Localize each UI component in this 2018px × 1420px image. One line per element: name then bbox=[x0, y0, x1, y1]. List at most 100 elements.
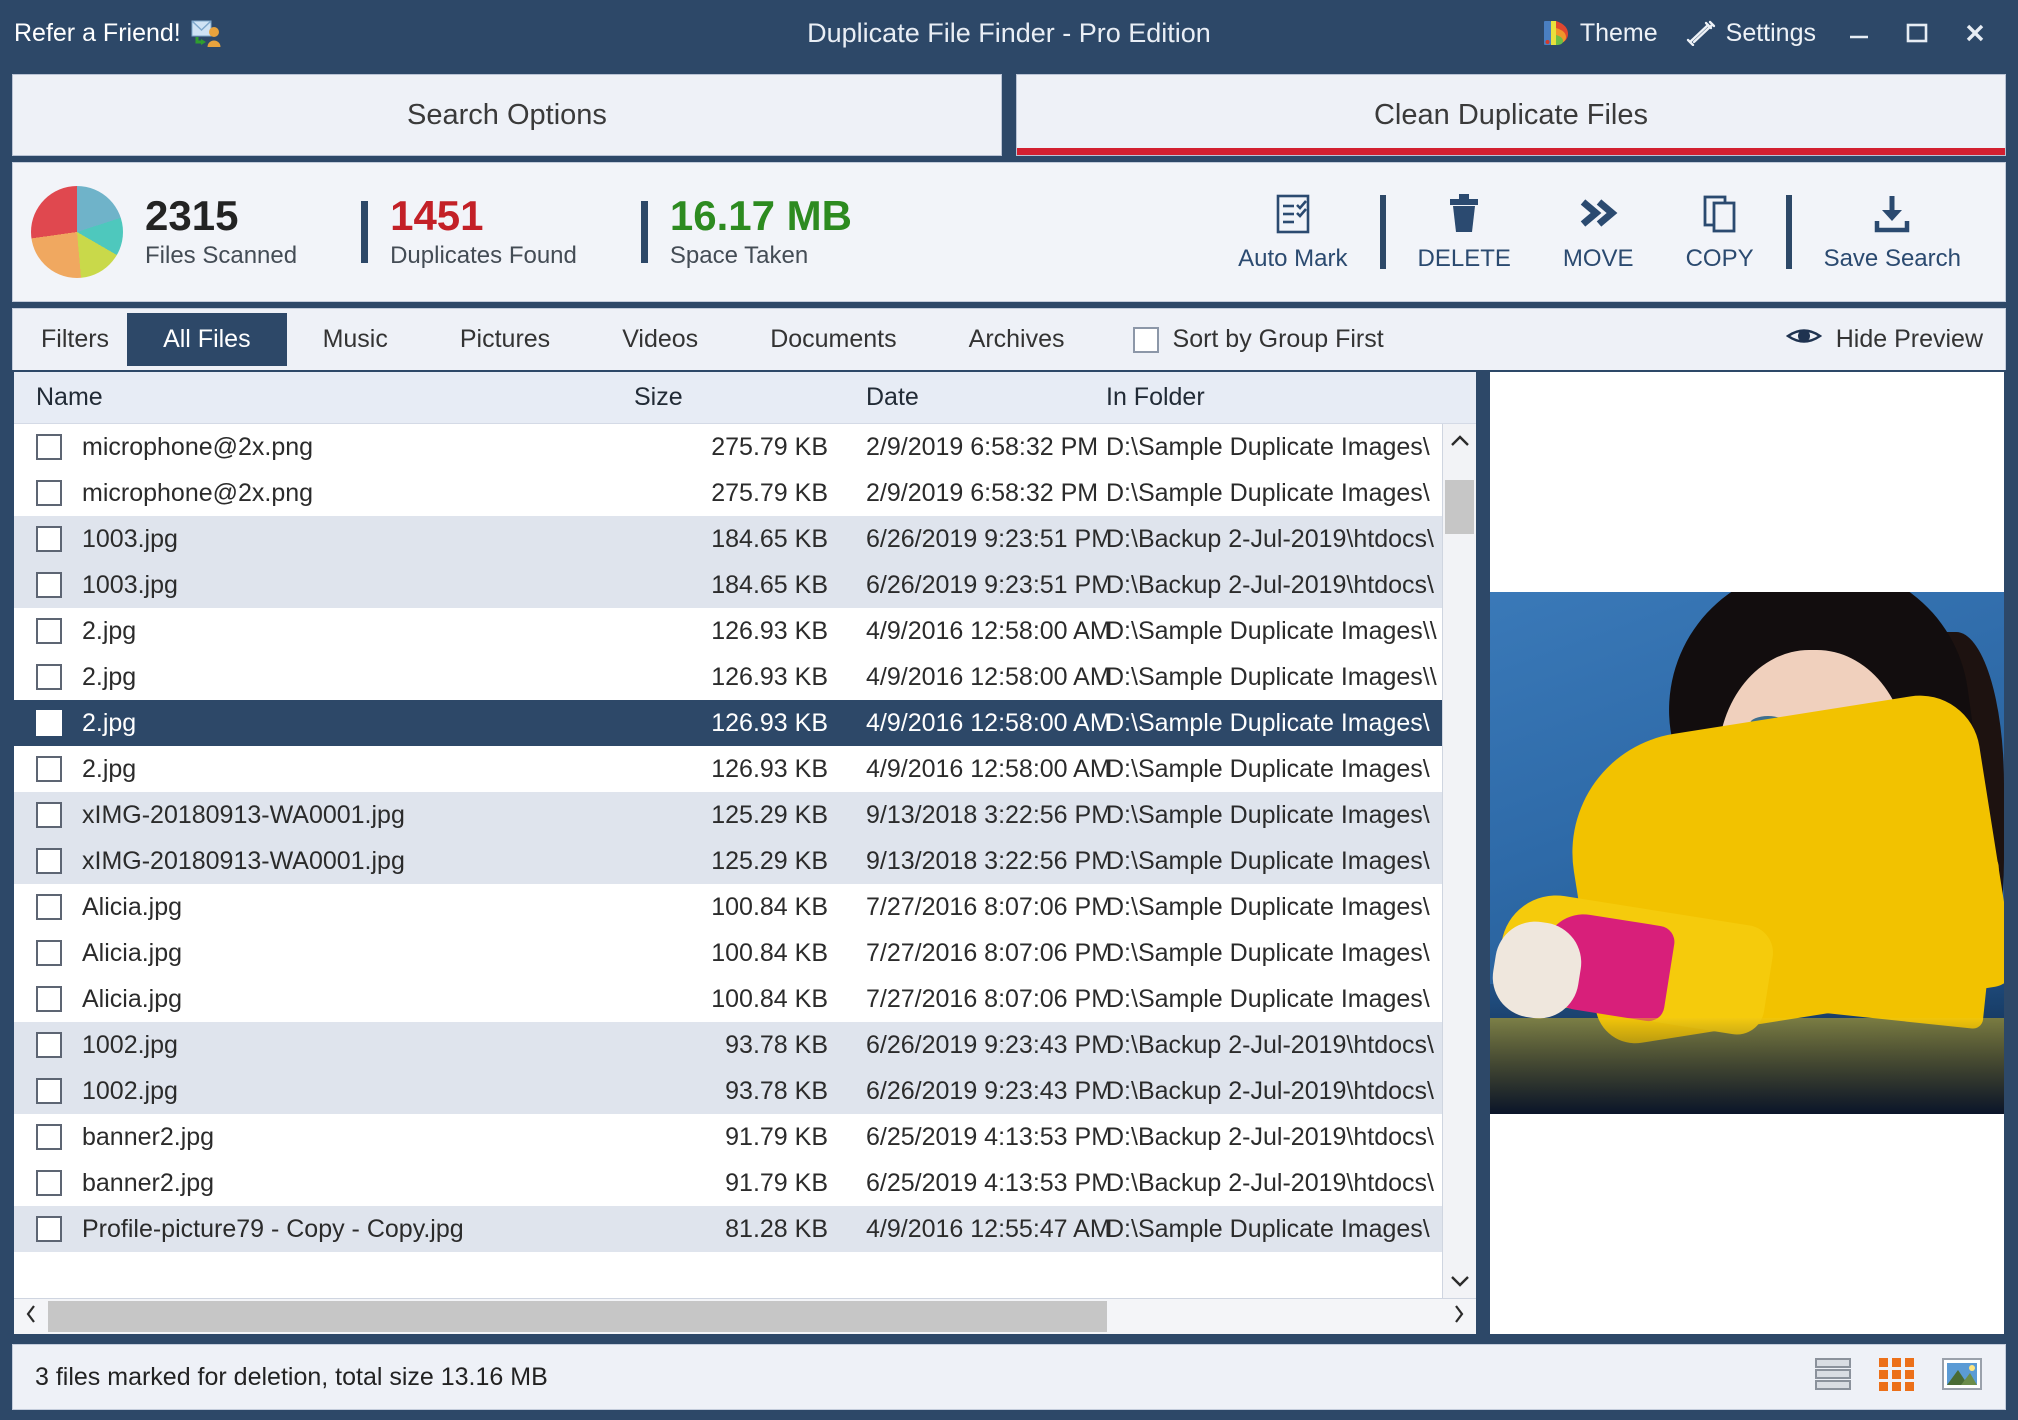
cell-name: 2.jpg bbox=[14, 663, 634, 692]
row-checkbox[interactable] bbox=[36, 480, 62, 506]
table-row[interactable]: 1002.jpg93.78 KB6/26/2019 9:23:43 PMD:\B… bbox=[14, 1022, 1442, 1068]
row-checkbox[interactable] bbox=[36, 894, 62, 920]
cell-name: 2.jpg bbox=[14, 617, 634, 646]
row-checkbox[interactable] bbox=[36, 940, 62, 966]
scroll-down-arrow[interactable] bbox=[1443, 1264, 1477, 1298]
horizontal-scroll-track[interactable] bbox=[48, 1299, 1442, 1334]
table-row[interactable]: Profile-picture79 - Copy - Copy.jpg81.28… bbox=[14, 1206, 1442, 1252]
file-name: 1002.jpg bbox=[82, 1031, 178, 1060]
horizontal-scrollbar[interactable] bbox=[14, 1298, 1476, 1334]
file-name: banner2.jpg bbox=[82, 1169, 214, 1198]
row-checkbox[interactable] bbox=[36, 664, 62, 690]
table-row[interactable]: microphone@2x.png275.79 KB2/9/2019 6:58:… bbox=[14, 470, 1442, 516]
filter-tab-all-files[interactable]: All Files bbox=[127, 313, 287, 366]
table-row[interactable]: Alicia.jpg100.84 KB7/27/2016 8:07:06 PMD… bbox=[14, 930, 1442, 976]
table-row[interactable]: xIMG-20180913-WA0001.jpg125.29 KB9/13/20… bbox=[14, 838, 1442, 884]
row-checkbox[interactable] bbox=[36, 1078, 62, 1104]
sort-by-group-first-checkbox[interactable]: Sort by Group First bbox=[1133, 309, 1384, 370]
table-row[interactable]: 2.jpg126.93 KB4/9/2016 12:58:00 AMD:\Sam… bbox=[14, 746, 1442, 792]
vertical-scroll-thumb[interactable] bbox=[1445, 480, 1474, 534]
row-checkbox[interactable] bbox=[36, 710, 62, 736]
table-row[interactable]: 2.jpg126.93 KB4/9/2016 12:58:00 AMD:\Sam… bbox=[14, 608, 1442, 654]
table-row[interactable]: banner2.jpg91.79 KB6/25/2019 4:13:53 PMD… bbox=[14, 1160, 1442, 1206]
filter-tab-videos[interactable]: Videos bbox=[586, 313, 734, 366]
sort-by-group-first-box[interactable] bbox=[1133, 327, 1159, 353]
close-button[interactable] bbox=[1946, 10, 2004, 56]
cell-size: 91.79 KB bbox=[634, 1123, 844, 1152]
row-checkbox[interactable] bbox=[36, 802, 62, 828]
refer-a-friend-button[interactable]: Refer a Friend! bbox=[14, 18, 221, 48]
filter-tab-documents[interactable]: Documents bbox=[734, 313, 932, 366]
tab-search-options[interactable]: Search Options bbox=[12, 74, 1002, 156]
scroll-left-arrow[interactable] bbox=[14, 1304, 48, 1330]
table-row[interactable]: 1003.jpg184.65 KB6/26/2019 9:23:51 PMD:\… bbox=[14, 516, 1442, 562]
cell-date: 9/13/2018 3:22:56 PM bbox=[844, 847, 1084, 876]
copy-label: COPY bbox=[1686, 245, 1754, 273]
minimize-button[interactable] bbox=[1830, 10, 1888, 56]
column-header-date[interactable]: Date bbox=[844, 383, 1084, 412]
cell-in-folder: D:\Sample Duplicate Images\ bbox=[1084, 939, 1442, 968]
table-row[interactable]: banner2.jpg91.79 KB6/25/2019 4:13:53 PMD… bbox=[14, 1114, 1442, 1160]
cell-in-folder: D:\Backup 2-Jul-2019\htdocs\ bbox=[1084, 525, 1442, 554]
hide-preview-button[interactable]: Hide Preview bbox=[1786, 309, 2005, 370]
scroll-right-arrow[interactable] bbox=[1442, 1304, 1476, 1330]
vertical-scroll-track[interactable] bbox=[1443, 458, 1476, 1264]
auto-mark-button[interactable]: Auto Mark bbox=[1212, 191, 1373, 273]
row-checkbox[interactable] bbox=[36, 1124, 62, 1150]
filter-tab-pictures[interactable]: Pictures bbox=[424, 313, 586, 366]
copy-button[interactable]: COPY bbox=[1660, 191, 1780, 273]
table-row[interactable]: Alicia.jpg100.84 KB7/27/2016 8:07:06 PMD… bbox=[14, 884, 1442, 930]
column-header-name[interactable]: Name bbox=[14, 383, 634, 412]
file-name: banner2.jpg bbox=[82, 1123, 214, 1152]
row-checkbox[interactable] bbox=[36, 1032, 62, 1058]
title-bar: Refer a Friend! Duplicate File Finder - … bbox=[0, 0, 2018, 66]
cell-date: 6/25/2019 4:13:53 PM bbox=[844, 1123, 1084, 1152]
maximize-button[interactable] bbox=[1888, 10, 1946, 56]
tab-clean-duplicate-files[interactable]: Clean Duplicate Files bbox=[1016, 74, 2006, 156]
file-name: microphone@2x.png bbox=[82, 479, 313, 508]
cell-size: 126.93 KB bbox=[634, 755, 844, 784]
row-checkbox[interactable] bbox=[36, 572, 62, 598]
grid-view-icon[interactable] bbox=[1877, 1356, 1917, 1399]
list-view-icon[interactable] bbox=[1813, 1356, 1853, 1399]
row-checkbox[interactable] bbox=[36, 434, 62, 460]
theme-icon bbox=[1542, 18, 1572, 48]
table-row[interactable]: 2.jpg126.93 KB4/9/2016 12:58:00 AMD:\Sam… bbox=[14, 654, 1442, 700]
settings-button[interactable]: Settings bbox=[1672, 13, 1830, 54]
row-checkbox[interactable] bbox=[36, 1216, 62, 1242]
table-row[interactable]: 1003.jpg184.65 KB6/26/2019 9:23:51 PMD:\… bbox=[14, 562, 1442, 608]
vertical-scrollbar[interactable] bbox=[1442, 424, 1476, 1298]
save-search-button[interactable]: Save Search bbox=[1798, 191, 1987, 273]
horizontal-scroll-thumb[interactable] bbox=[48, 1301, 1107, 1332]
delete-button[interactable]: DELETE bbox=[1392, 191, 1537, 273]
cell-in-folder: D:\Sample Duplicate Images\ bbox=[1084, 893, 1442, 922]
column-header-in-folder[interactable]: In Folder bbox=[1084, 383, 1476, 412]
thumbnail-view-icon[interactable] bbox=[1941, 1356, 1983, 1399]
status-bar: 3 files marked for deletion, total size … bbox=[12, 1344, 2006, 1410]
file-name: xIMG-20180913-WA0001.jpg bbox=[82, 847, 405, 876]
table-row[interactable]: Alicia.jpg100.84 KB7/27/2016 8:07:06 PMD… bbox=[14, 976, 1442, 1022]
refer-friend-icon bbox=[191, 18, 221, 48]
row-checkbox[interactable] bbox=[36, 986, 62, 1012]
cell-name: xIMG-20180913-WA0001.jpg bbox=[14, 801, 634, 830]
theme-button[interactable]: Theme bbox=[1528, 12, 1672, 54]
cell-date: 6/25/2019 4:13:53 PM bbox=[844, 1169, 1084, 1198]
table-row[interactable]: 1002.jpg93.78 KB6/26/2019 9:23:43 PMD:\B… bbox=[14, 1068, 1442, 1114]
table-row[interactable]: microphone@2x.png275.79 KB2/9/2019 6:58:… bbox=[14, 424, 1442, 470]
row-checkbox[interactable] bbox=[36, 756, 62, 782]
table-row[interactable]: xIMG-20180913-WA0001.jpg125.29 KB9/13/20… bbox=[14, 792, 1442, 838]
row-checkbox[interactable] bbox=[36, 618, 62, 644]
scroll-up-arrow[interactable] bbox=[1443, 424, 1477, 458]
cell-in-folder: D:\Sample Duplicate Images\ bbox=[1084, 985, 1442, 1014]
preview-reflection bbox=[1490, 1018, 2004, 1114]
row-checkbox[interactable] bbox=[36, 1170, 62, 1196]
row-checkbox[interactable] bbox=[36, 848, 62, 874]
column-header-size[interactable]: Size bbox=[634, 383, 844, 412]
tab-search-options-label: Search Options bbox=[407, 99, 607, 132]
filter-tab-music[interactable]: Music bbox=[287, 313, 424, 366]
row-checkbox[interactable] bbox=[36, 526, 62, 552]
table-row[interactable]: 2.jpg126.93 KB4/9/2016 12:58:00 AMD:\Sam… bbox=[14, 700, 1442, 746]
filter-tab-archives[interactable]: Archives bbox=[933, 313, 1101, 366]
move-button[interactable]: MOVE bbox=[1537, 191, 1660, 273]
filter-tab-all-files-label: All Files bbox=[163, 325, 251, 354]
